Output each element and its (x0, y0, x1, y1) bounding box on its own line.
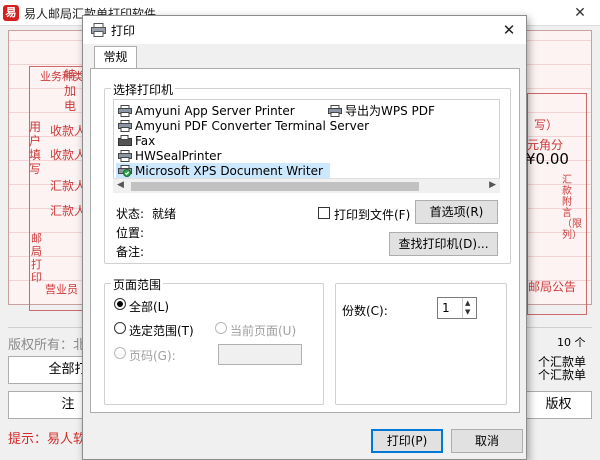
post-notice-label: 邮局公告 (528, 280, 577, 294)
printer-name: HWSealPrinter (135, 148, 222, 163)
printer-name: Fax (135, 133, 156, 148)
printer-name: Microsoft XPS Document Writer (135, 163, 323, 178)
preferences-button[interactable]: 首选项(R) (415, 200, 498, 224)
write-label: 写） (534, 118, 559, 132)
printer-icon (118, 104, 132, 117)
post-print-label: 邮局打印 (31, 232, 42, 284)
dialog-close-button[interactable]: ✕ (496, 19, 522, 41)
range-current-radio[interactable] (215, 322, 227, 334)
printer-name: Amyuni PDF Converter Terminal Server (135, 118, 370, 133)
remitter-label-1: 汇款人 (50, 179, 87, 193)
printer-icon (328, 104, 342, 117)
printer-icon (91, 23, 106, 37)
page-range-input[interactable] (218, 344, 302, 365)
printer-fax[interactable]: Fax (118, 133, 155, 148)
status-value: 就绪 (152, 207, 177, 221)
business-type-label: 业务种类 (40, 70, 84, 83)
rights-button[interactable]: 版权 (525, 391, 592, 419)
printer-list-scrollbar[interactable]: ◀ ▶ (113, 178, 500, 193)
location-label: 位置: (116, 226, 145, 240)
tab-general[interactable]: 常规 (94, 46, 137, 68)
print-button[interactable]: 打印(P) (371, 429, 443, 453)
printer-name: Amyuni App Server Printer (135, 103, 295, 118)
user-fill-label: 用户填写 (29, 120, 42, 176)
find-printer-button[interactable]: 查找打印机(D)... (389, 232, 498, 256)
single-remittance-button[interactable]: 个汇款单 个汇款单 (538, 356, 588, 382)
page-count: 10 个 (557, 336, 586, 349)
stepper-up-icon[interactable]: ▲ (465, 299, 470, 307)
stepper-down-icon[interactable]: ▼ (465, 308, 470, 316)
app-logo-icon: 易 (3, 5, 19, 21)
page-range-label: 页面范围 (111, 276, 164, 293)
range-current-label: 当前页面(U) (230, 324, 297, 338)
remitter-label-2: 汇款人 (50, 204, 87, 218)
range-pages-radio[interactable] (114, 347, 126, 359)
scrollbar-thumb[interactable] (131, 182, 419, 191)
comment-label: 备注: (116, 245, 145, 259)
select-printer-label: 选择打印机 (111, 81, 176, 98)
range-pages-label: 页码(G): (129, 349, 176, 363)
scroll-right-icon[interactable]: ▶ (489, 180, 496, 190)
printer-icon (118, 149, 132, 162)
single-remittance-bottom: 个汇款单 (538, 368, 587, 382)
copies-stepper[interactable]: ▲ ▼ (462, 298, 475, 318)
printer-amyuni-app-server[interactable]: Amyuni App Server Printer (118, 103, 295, 118)
copies-label: 份数(C): (342, 304, 388, 318)
clerk-label: 营业员 (45, 283, 78, 296)
print-to-file-checkbox[interactable] (318, 207, 330, 219)
express-field-label: 加 (64, 84, 77, 98)
app-close-button[interactable]: ✕ (560, 0, 600, 26)
printer-name: 导出为WPS PDF (345, 104, 435, 118)
special-field-label: 特 (64, 68, 77, 82)
fax-icon (118, 134, 132, 147)
printer-icon (118, 119, 132, 132)
printer-hwsealprinter[interactable]: HWSealPrinter (118, 148, 222, 163)
dialog-title: 打印 (111, 24, 136, 38)
range-all-label: 全部(L) (129, 300, 170, 314)
printer-default-icon (118, 164, 132, 177)
dialog-titlebar: 打印 ✕ (83, 16, 526, 44)
range-selection-radio[interactable] (114, 322, 126, 334)
range-selection-label: 选定范围(T) (129, 324, 194, 338)
amount-value: ¥0.00 (526, 150, 569, 168)
printer-amyuni-pdf-converter[interactable]: Amyuni PDF Converter Terminal Server (118, 118, 369, 133)
printer-wps-pdf[interactable]: 导出为WPS PDF (328, 103, 435, 118)
scroll-left-icon[interactable]: ◀ (117, 180, 124, 190)
printer-microsoft-xps[interactable]: Microsoft XPS Document Writer (116, 163, 330, 178)
payee-label-1: 收款人 (50, 124, 87, 138)
print-to-file-label: 打印到文件(F) (334, 208, 411, 222)
remittance-note-label: 汇款附言（限列） (562, 175, 582, 241)
copyright-text: 版权所有：北 (8, 338, 87, 353)
electronic-field-label: 电 (64, 99, 77, 113)
status-label: 状态: (116, 207, 145, 221)
payee-label-2: 收款人 (50, 148, 87, 162)
cancel-button[interactable]: 取消 (451, 429, 523, 453)
range-all-radio[interactable] (114, 298, 126, 310)
